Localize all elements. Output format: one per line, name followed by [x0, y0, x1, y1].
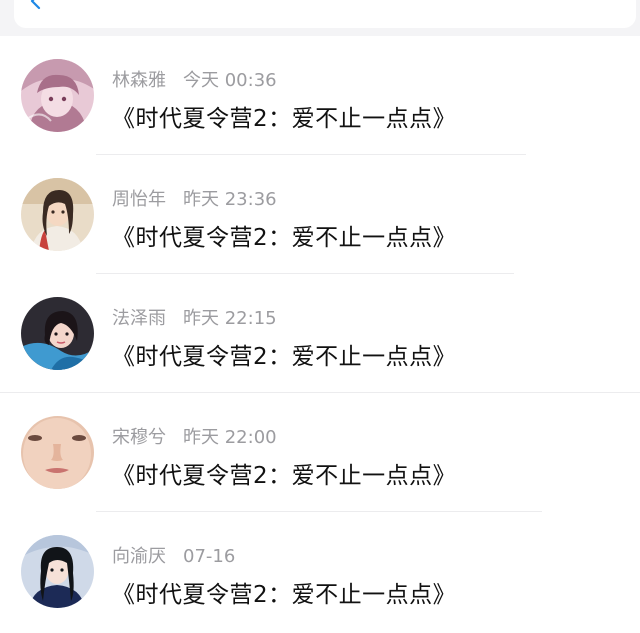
avatar[interactable]	[21, 59, 94, 132]
chevron-left-icon[interactable]	[28, 0, 44, 10]
comment-text[interactable]: 《时代夏令营2：爱不止一点点》	[112, 575, 456, 609]
avatar[interactable]	[21, 416, 94, 489]
comment-item[interactable]: 周怡年 昨天 23:36 《时代夏令营2：爱不止一点点》	[0, 155, 640, 274]
comment-list: 林森雅 今天 00:36 《时代夏令营2：爱不止一点点》 周怡年 昨天 23:36 …	[0, 36, 640, 631]
comment-meta: 法泽雨 昨天 22:15	[112, 304, 277, 329]
comment-item[interactable]: 向渝厌 07-16 《时代夏令营2：爱不止一点点》	[0, 512, 640, 631]
comment-text[interactable]: 《时代夏令营2：爱不止一点点》	[112, 456, 456, 490]
comment-text[interactable]: 《时代夏令营2：爱不止一点点》	[112, 99, 456, 133]
comment-item[interactable]: 林森雅 今天 00:36 《时代夏令营2：爱不止一点点》	[0, 36, 640, 155]
username[interactable]: 林森雅	[112, 70, 166, 91]
timestamp: 07-16	[183, 546, 236, 567]
username[interactable]: 法泽雨	[112, 308, 166, 329]
comment-text[interactable]: 《时代夏令营2：爱不止一点点》	[112, 218, 456, 252]
timestamp: 今天 00:36	[183, 70, 277, 91]
username[interactable]: 宋穆兮	[112, 427, 166, 448]
timestamp: 昨天 22:00	[183, 427, 277, 448]
timestamp: 昨天 22:15	[183, 308, 277, 329]
username[interactable]: 周怡年	[112, 189, 166, 210]
comment-meta: 宋穆兮 昨天 22:00	[112, 423, 277, 448]
avatar[interactable]	[21, 297, 94, 370]
avatar[interactable]	[21, 535, 94, 608]
comment-meta: 向渝厌 07-16	[112, 542, 236, 567]
comment-meta: 周怡年 昨天 23:36	[112, 185, 277, 210]
comment-item[interactable]: 法泽雨 昨天 22:15 《时代夏令营2：爱不止一点点》	[0, 274, 640, 393]
comment-item[interactable]: 宋穆兮 昨天 22:00 《时代夏令营2：爱不止一点点》	[0, 393, 640, 512]
timestamp: 昨天 23:36	[183, 189, 277, 210]
avatar[interactable]	[21, 178, 94, 251]
username[interactable]: 向渝厌	[112, 546, 166, 567]
comment-text[interactable]: 《时代夏令营2：爱不止一点点》	[112, 337, 456, 371]
search-bar[interactable]	[14, 0, 636, 28]
comment-meta: 林森雅 今天 00:36	[112, 66, 277, 91]
top-bar	[0, 0, 640, 36]
